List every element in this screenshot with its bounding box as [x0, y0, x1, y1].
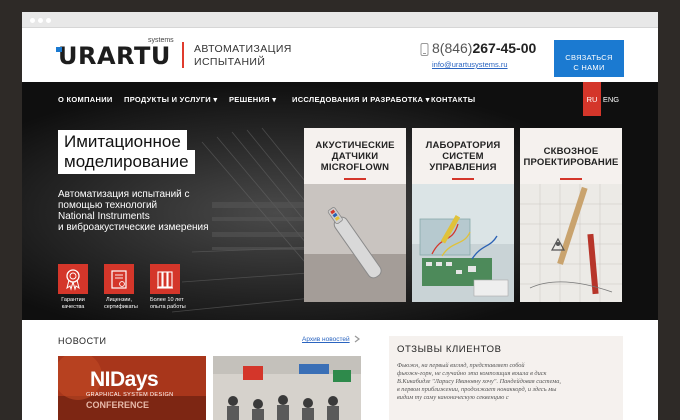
chevron-right-icon[interactable] — [353, 335, 361, 343]
hero-section: О КОМПАНИИ ПРОДУКТЫ И УСЛУГИ ▾ РЕШЕНИЯ ▾… — [22, 82, 658, 320]
hero-title-line: моделирование — [58, 150, 195, 174]
news-archive-link[interactable]: Архив новостей — [302, 336, 350, 343]
review-line: видим ту саму каноническую секвенцию с — [397, 394, 509, 401]
certificate-icon — [104, 264, 134, 294]
news-item-exhibition[interactable] — [213, 356, 361, 420]
drafting-image — [520, 184, 622, 302]
phone-number[interactable]: 8(846)267-45-00 — [432, 40, 536, 56]
card-title-line: ПРОЕКТИРОВАНИЕ — [523, 157, 619, 168]
chevron-down-icon: ▾ — [213, 95, 218, 104]
card-divider — [560, 178, 582, 180]
site-header: URARTU systems АВТОМАТИЗАЦИЯ ИСПЫТАНИЙ 8… — [22, 28, 658, 82]
nav-item-label: ПРОДУКТЫ И УСЛУГИ — [124, 95, 211, 104]
acoustic-sensor-image — [304, 184, 406, 302]
card-end-to-end-design[interactable]: СКВОЗНОЕ ПРОЕКТИРОВАНИЕ — [520, 128, 622, 302]
nav-item-about[interactable]: О КОМПАНИИ — [58, 95, 113, 104]
nav-item-solutions[interactable]: РЕШЕНИЯ ▾ — [229, 95, 276, 104]
hero-description: Автоматизация испытаний с помощью технол… — [58, 189, 218, 233]
phone-code: 8(846) — [432, 40, 473, 56]
review-line: В.Кикабидзе "Ларису Ивановну хочу". Панд… — [397, 378, 561, 385]
logo-subtitle: systems — [148, 37, 174, 44]
tagline-line: ИСПЫТАНИЙ — [194, 56, 266, 68]
nav-item-products[interactable]: ПРОДУКТЫ И УСЛУГИ ▾ — [124, 95, 217, 104]
feature-experience[interactable]: Более 10 лет опыта работы — [150, 264, 186, 310]
exhibition-photo-image — [213, 356, 361, 420]
phone-main: 267-45-00 — [472, 40, 537, 56]
feature-label: сертификаты — [104, 303, 138, 310]
lang-eng[interactable]: ENG — [601, 82, 621, 116]
card-divider — [344, 178, 366, 180]
tagline-line: АВТОМАТИЗАЦИЯ — [194, 43, 292, 55]
contact-button-line: С НАМИ — [573, 62, 605, 72]
window-dot[interactable] — [38, 18, 43, 23]
browser-titlebar — [22, 12, 658, 28]
news-item-subtitle: CONFERENCE — [86, 400, 150, 410]
books-icon — [150, 264, 180, 294]
review-line: в первом приближении, продолжает нонакко… — [397, 386, 557, 393]
chevron-down-icon: ▾ — [425, 95, 430, 104]
nav-item-research[interactable]: ИССЛЕДОВАНИЯ И РАЗРАБОТКА ▾ — [292, 95, 430, 104]
browser-window: URARTU systems АВТОМАТИЗАЦИЯ ИСПЫТАНИЙ 8… — [22, 12, 658, 420]
review-text: Фьюжн, на первый взгляд, представляет со… — [397, 362, 617, 402]
feature-licenses[interactable]: Лицензии, сертификаты — [104, 264, 138, 310]
window-dot[interactable] — [30, 18, 35, 23]
reviews-heading: ОТЗЫВЫ КЛИЕНТОВ — [397, 344, 502, 355]
nav-item-label: О КОМПАНИИ — [58, 95, 113, 104]
news-item-nidays[interactable]: NIDays GRAPHICAL SYSTEM DESIGN CONFERENC… — [58, 356, 206, 420]
client-reviews: ОТЗЫВЫ КЛИЕНТОВ Фьюжн, на первый взгляд,… — [389, 336, 623, 420]
feature-label: Лицензии, — [105, 297, 133, 303]
hero-description-line: Автоматизация испытаний с — [58, 189, 190, 200]
card-divider — [452, 178, 474, 180]
card-title: АКУСТИЧЕСКИЕ ДАТЧИКИ MICROFLOWN — [304, 140, 406, 173]
feature-label: опыта работы — [150, 303, 186, 310]
hero-description-line: National Instruments — [58, 211, 150, 222]
feature-quality[interactable]: Гарантии качества — [58, 264, 88, 310]
contact-us-button[interactable]: СВЯЗАТЬСЯ С НАМИ — [554, 40, 624, 77]
card-title-line: ДАТЧИКИ — [331, 151, 379, 162]
phone-icon — [420, 43, 429, 56]
news-item-subtitle: GRAPHICAL SYSTEM DESIGN — [86, 392, 174, 398]
card-title-line: СИСТЕМ — [442, 151, 484, 162]
card-title-line: ЛАБОРАТОРИЯ — [425, 140, 501, 151]
main-nav: О КОМПАНИИ ПРОДУКТЫ И УСЛУГИ ▾ РЕШЕНИЯ ▾… — [22, 82, 658, 116]
review-line: фьюжн-горн, не случайно эта композиция в… — [397, 370, 547, 377]
window-dot[interactable] — [46, 18, 51, 23]
feature-label: Гарантии — [61, 297, 85, 303]
feature-label: Более 10 лет — [150, 297, 184, 303]
hero-description-line: помощью технологий — [58, 200, 158, 211]
card-title: ЛАБОРАТОРИЯ СИСТЕМ УПРАВЛЕНИЯ — [412, 140, 514, 173]
card-title: СКВОЗНОЕ ПРОЕКТИРОВАНИЕ — [520, 146, 622, 168]
award-ribbon-icon — [58, 264, 88, 294]
logo-text: URARTU — [58, 42, 171, 70]
nav-item-label: РЕШЕНИЯ — [229, 95, 270, 104]
card-title-line: АКУСТИЧЕСКИЕ — [315, 140, 395, 151]
card-title-line: УПРАВЛЕНИЯ — [429, 162, 497, 173]
card-title-line: СКВОЗНОЕ — [543, 146, 599, 157]
feature-label: качества — [61, 303, 85, 310]
news-heading: НОВОСТИ — [58, 336, 107, 346]
review-line: Фьюжн, на первый взгляд, представляет со… — [397, 362, 525, 369]
email-link[interactable]: info@urartusystems.ru — [432, 60, 508, 69]
nav-item-contacts[interactable]: КОНТАКТЫ — [431, 95, 475, 104]
logo-accent-icon — [56, 47, 62, 52]
card-control-lab[interactable]: ЛАБОРАТОРИЯ СИСТЕМ УПРАВЛЕНИЯ — [412, 128, 514, 302]
tagline: АВТОМАТИЗАЦИЯ ИСПЫТАНИЙ — [194, 43, 292, 69]
card-title-line: MICROFLOWN — [320, 162, 390, 173]
lang-ru[interactable]: RU — [583, 82, 601, 116]
hero-description-line: и виброакустические измерения — [58, 222, 209, 233]
contact-button-line: СВЯЗАТЬСЯ — [565, 52, 613, 62]
nav-item-label: ИССЛЕДОВАНИЯ И РАЗРАБОТКА — [292, 95, 424, 104]
card-acoustic-sensors[interactable]: АКУСТИЧЕСКИЕ ДАТЧИКИ MICROFLOWN — [304, 128, 406, 302]
nav-item-label: КОНТАКТЫ — [431, 95, 476, 104]
chevron-down-icon: ▾ — [272, 95, 277, 104]
content-section: НОВОСТИ Архив новостей NIDays GRAPHICAL … — [22, 320, 658, 420]
lab-circuit-image — [412, 184, 514, 302]
news-item-title: NIDays — [90, 368, 159, 391]
logo-divider — [182, 42, 184, 68]
